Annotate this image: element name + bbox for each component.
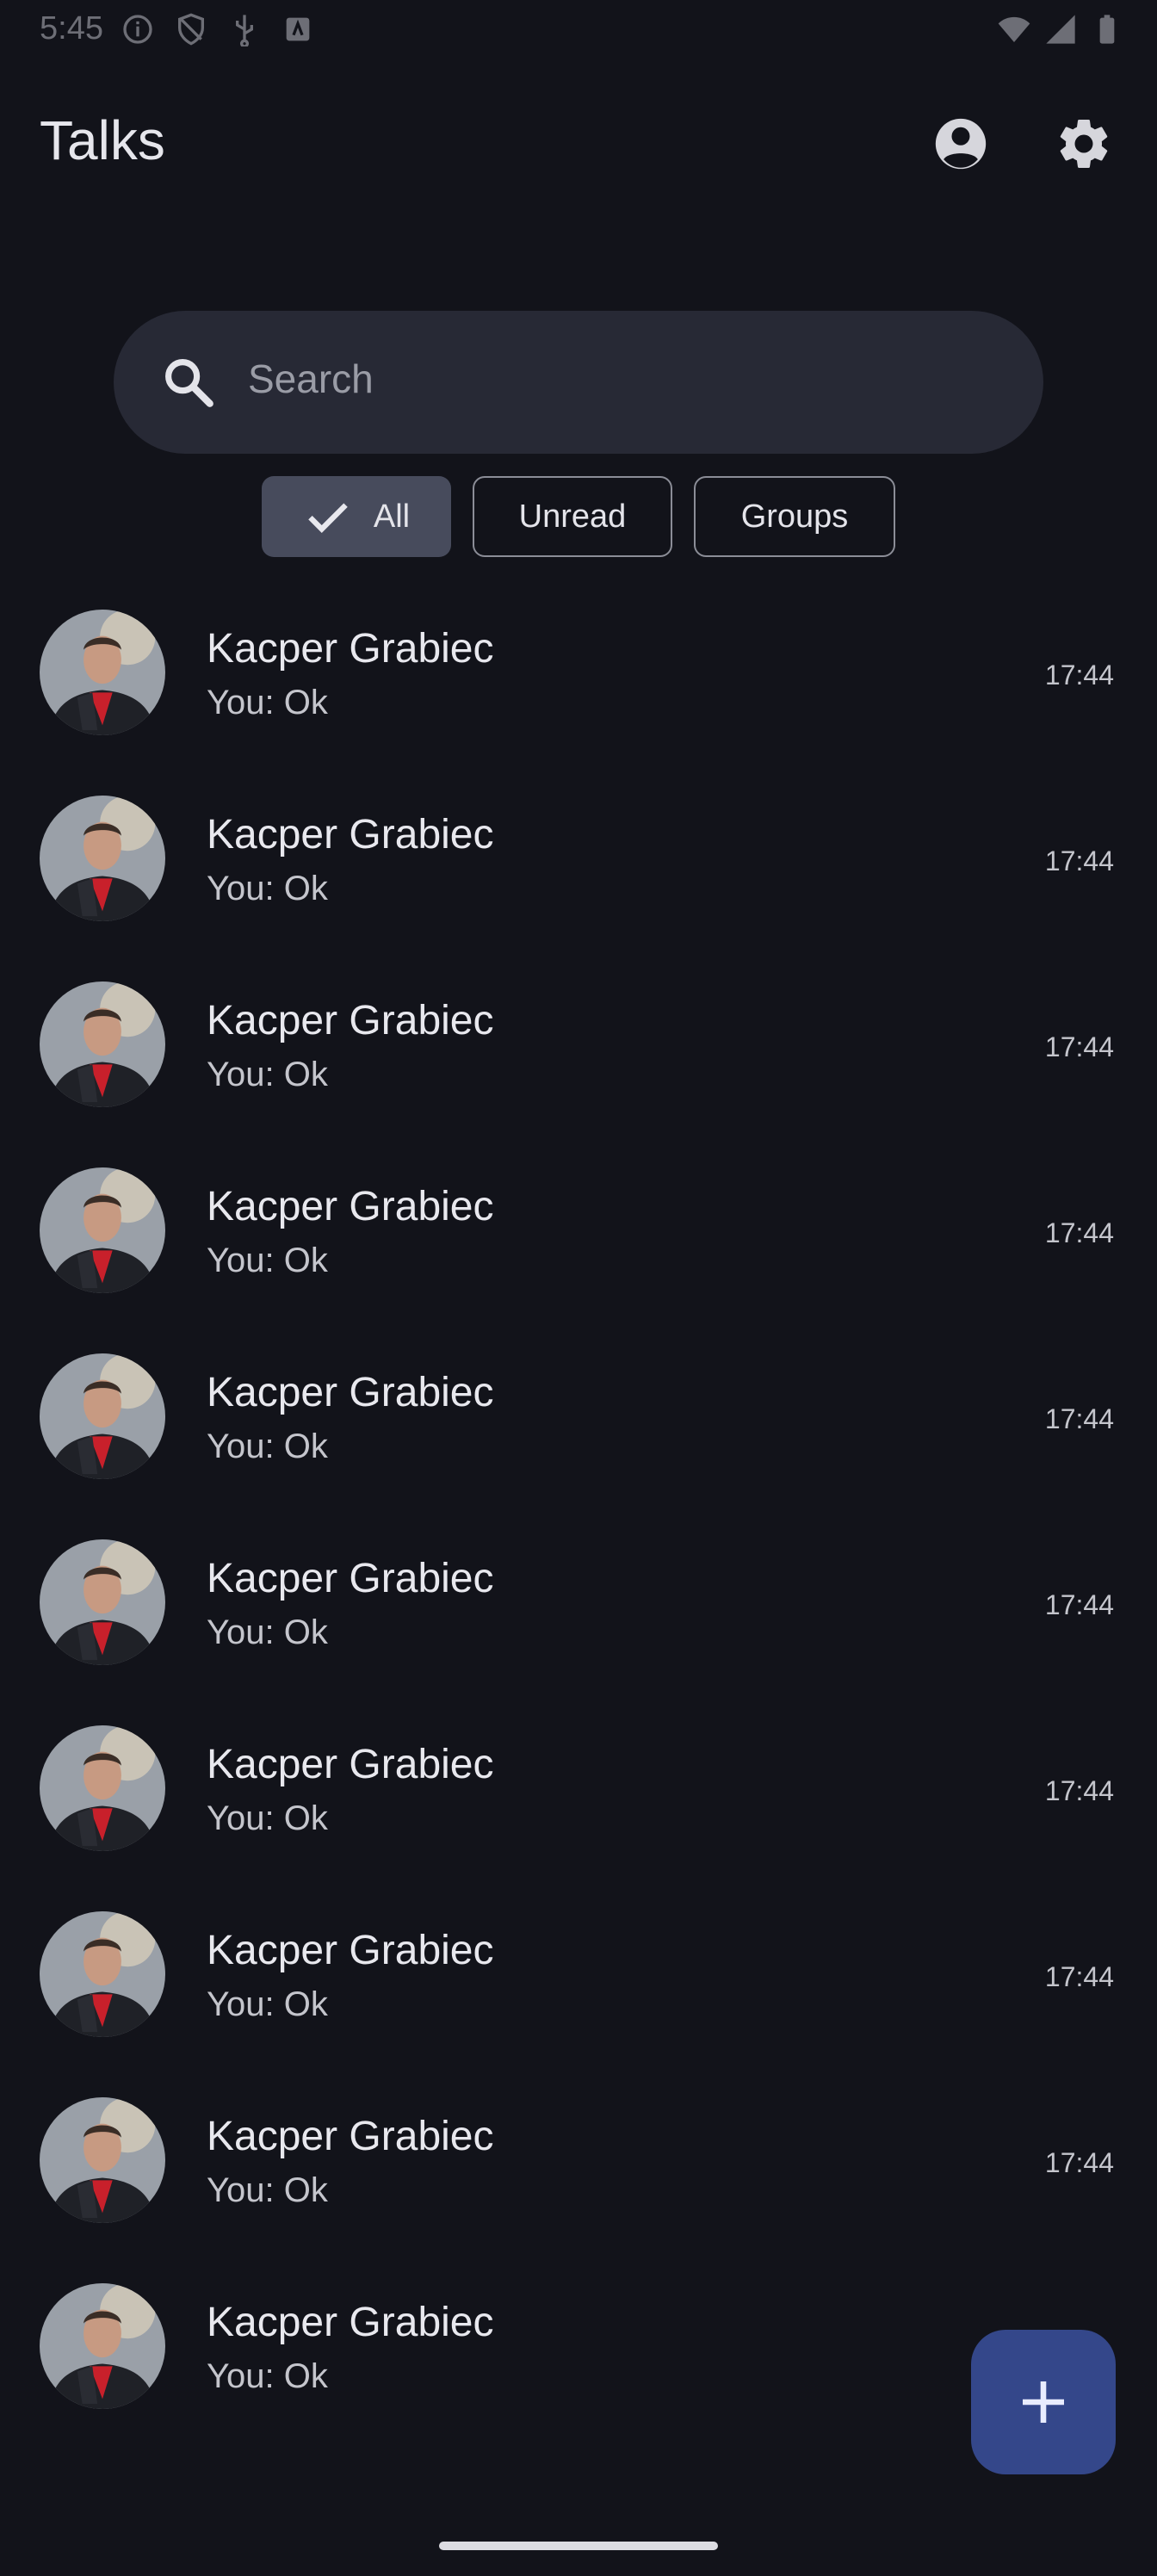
contact-name: Kacper Grabiec: [207, 2300, 494, 2345]
message-time: 17:44: [1044, 1589, 1114, 1620]
filter-chip-label: All: [373, 498, 411, 535]
usb-icon: [236, 15, 253, 46]
message-preview: You: Ok: [207, 1427, 328, 1465]
avatar: [40, 1167, 165, 1293]
message-preview: You: Ok: [207, 1985, 328, 2023]
contact-name: Kacper Grabiec: [207, 626, 494, 672]
avatar: [40, 2283, 165, 2409]
account-button[interactable]: [931, 114, 991, 174]
contact-name: Kacper Grabiec: [207, 1742, 494, 1787]
avatar: [40, 1539, 165, 1665]
message-preview: You: Ok: [207, 2357, 328, 2395]
conversation-item[interactable]: Kacper Grabiec You: Ok 17:44: [0, 1167, 1157, 1353]
page-title: Talks: [40, 109, 165, 171]
filter-chip-all[interactable]: All: [262, 476, 451, 557]
contact-name: Kacper Grabiec: [207, 1928, 494, 1973]
avatar: [40, 796, 165, 921]
status-notification-icons: [121, 12, 315, 46]
plus-icon: [1023, 2381, 1064, 2423]
status-time: 5:45: [40, 10, 103, 46]
avatar: [40, 1911, 165, 2037]
message-time: 17:44: [1044, 1217, 1114, 1248]
message-preview: You: Ok: [207, 1242, 328, 1279]
conversation-item[interactable]: Kacper Grabiec You: Ok 17:44: [0, 1911, 1157, 2097]
avatar: [40, 2097, 165, 2223]
conversation-item[interactable]: Kacper Grabiec You: Ok 17:44: [0, 1725, 1157, 1911]
message-time: 17:44: [1044, 2147, 1114, 2178]
conversation-item[interactable]: Kacper Grabiec You: Ok 17:44: [0, 2097, 1157, 2283]
contact-name: Kacper Grabiec: [207, 1556, 494, 1601]
search-icon: [165, 359, 213, 407]
message-time: 17:44: [1044, 1403, 1114, 1434]
shield-icon: [178, 13, 204, 46]
status-system-icons: [997, 12, 1124, 46]
conversation-item[interactable]: Kacper Grabiec You: Ok 17:44: [0, 1539, 1157, 1725]
search-bar[interactable]: Search: [114, 311, 1043, 454]
new-conversation-button[interactable]: [971, 2330, 1116, 2474]
search-input[interactable]: Search: [248, 356, 374, 402]
message-time: 17:44: [1044, 1961, 1114, 1992]
contact-name: Kacper Grabiec: [207, 1184, 494, 1229]
message-preview: You: Ok: [207, 1799, 328, 1837]
status-bar: 5:45: [0, 0, 1157, 60]
message-preview: You: Ok: [207, 1613, 328, 1651]
app-notification-icon: [286, 17, 310, 41]
info-icon: [123, 15, 152, 44]
conversation-item[interactable]: Kacper Grabiec You: Ok 17:44: [0, 796, 1157, 981]
filter-chip-label: Groups: [740, 498, 849, 535]
avatar: [40, 1725, 165, 1851]
check-icon: [308, 503, 348, 533]
filter-chip-unread[interactable]: Unread: [473, 476, 672, 557]
battery-icon: [1099, 15, 1115, 44]
signal-icon: [1046, 15, 1075, 44]
message-time: 17:44: [1044, 659, 1114, 690]
contact-name: Kacper Grabiec: [207, 1370, 494, 1415]
message-preview: You: Ok: [207, 2171, 328, 2209]
home-indicator[interactable]: [439, 2542, 718, 2550]
contact-name: Kacper Grabiec: [207, 812, 494, 858]
contact-name: Kacper Grabiec: [207, 2114, 494, 2159]
message-time: 17:44: [1044, 1031, 1114, 1062]
avatar: [40, 981, 165, 1107]
conversation-item[interactable]: Kacper Grabiec You: Ok 17:44: [0, 1353, 1157, 1539]
message-preview: You: Ok: [207, 684, 328, 721]
message-preview: You: Ok: [207, 1056, 328, 1093]
conversation-item[interactable]: Kacper Grabiec You: Ok 17:44: [0, 610, 1157, 796]
message-time: 17:44: [1044, 1775, 1114, 1806]
wifi-icon: [998, 16, 1030, 42]
settings-button[interactable]: [1054, 114, 1114, 174]
message-time: 17:44: [1044, 845, 1114, 876]
avatar: [40, 610, 165, 735]
filter-chip-groups[interactable]: Groups: [694, 476, 895, 557]
account-circle-icon: [935, 118, 987, 170]
filter-chip-label: Unread: [518, 498, 627, 535]
avatar: [40, 1353, 165, 1479]
conversation-item[interactable]: Kacper Grabiec You: Ok 17:44: [0, 981, 1157, 1167]
message-preview: You: Ok: [207, 870, 328, 907]
gear-icon: [1060, 119, 1108, 168]
contact-name: Kacper Grabiec: [207, 998, 494, 1043]
